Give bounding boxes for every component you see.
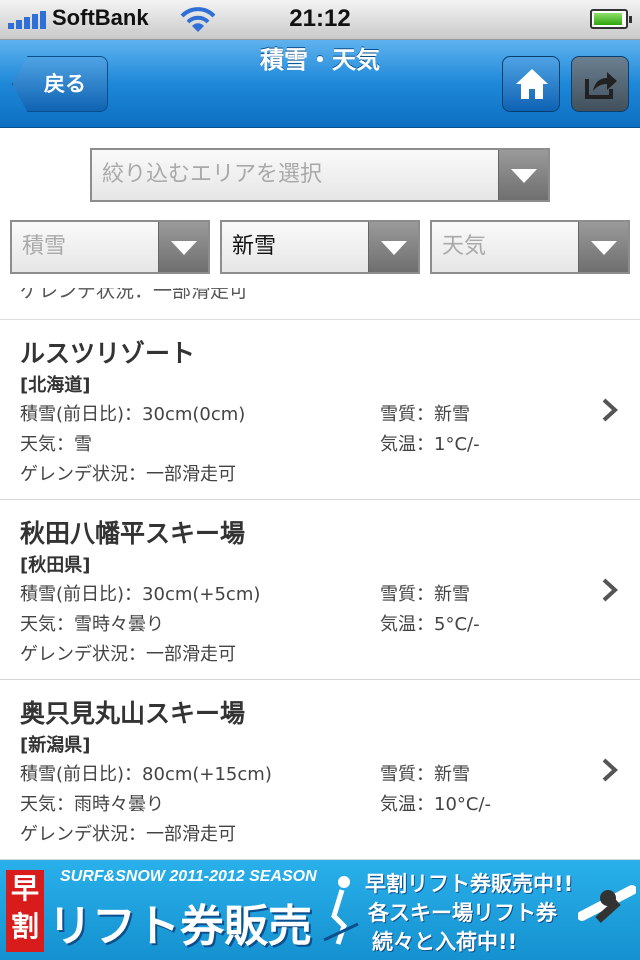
weather-select[interactable]: 天気 xyxy=(430,220,630,274)
resort-prefecture: [秋田県] xyxy=(20,555,91,576)
snow-quality: 雪質：新雪 xyxy=(380,764,470,785)
area-select[interactable]: 絞り込むエリアを選択 xyxy=(90,148,550,202)
battery-icon xyxy=(590,9,632,29)
home-icon xyxy=(516,69,548,99)
dropdown-arrow-icon xyxy=(158,222,208,272)
resort-name: ルスツリゾート xyxy=(20,339,196,368)
chevron-right-icon xyxy=(602,578,618,602)
filter-panel: 絞り込むエリアを選択 積雪 新雪 天気 xyxy=(0,128,640,288)
home-button[interactable] xyxy=(502,56,560,112)
skier-icon xyxy=(323,876,359,945)
temperature: 気温：5°C/- xyxy=(380,614,480,635)
partial-slope-status: ゲレンデ状況：一部滑走可 xyxy=(20,288,249,302)
dropdown-arrow-icon xyxy=(498,150,548,200)
slope-status: ゲレンデ状況：一部滑走可 xyxy=(20,644,236,665)
ad-badge-char: 割 xyxy=(10,910,39,943)
area-select-placeholder: 絞り込むエリアを選択 xyxy=(102,162,323,187)
ad-headline: リフト券販売 xyxy=(48,901,312,952)
snow-depth: 積雪(前日比)：80cm(+15cm) xyxy=(20,764,272,785)
resort-name: 秋田八幡平スキー場 xyxy=(20,519,246,548)
snow-depth: 積雪(前日比)：30cm(+5cm) xyxy=(20,584,261,605)
share-button[interactable] xyxy=(571,56,629,112)
ad-badge-char: 早 xyxy=(10,872,39,905)
temperature: 気温：10°C/- xyxy=(380,794,492,815)
temperature: 気温：1°C/- xyxy=(380,434,480,455)
dropdown-arrow-icon xyxy=(578,222,628,272)
ad-text-line: 続々と入荷中!! xyxy=(372,930,518,954)
resort-row[interactable]: 秋田八幡平スキー場 [秋田県] 積雪(前日比)：30cm(+5cm) 雪質：新雪… xyxy=(0,500,640,680)
chevron-right-icon xyxy=(602,758,618,782)
new-snow-select-value: 新雪 xyxy=(232,234,277,259)
partial-list-item[interactable]: ゲレンデ状況：一部滑走可 xyxy=(0,288,640,320)
ad-season-text: SURF&SNOW 2011-2012 SEASON xyxy=(60,868,317,885)
resort-prefecture: [新潟県] xyxy=(20,735,91,756)
resort-prefecture: [北海道] xyxy=(20,375,91,396)
status-bar: SoftBank 21:12 xyxy=(0,0,640,40)
resort-row[interactable]: 奥只見丸山スキー場 [新潟県] 積雪(前日比)：80cm(+15cm) 雪質：新… xyxy=(0,680,640,860)
chevron-right-icon xyxy=(602,398,618,422)
dropdown-arrow-icon xyxy=(368,222,418,272)
snowboarder-icon xyxy=(578,885,636,923)
snow-depth: 積雪(前日比)：30cm(0cm) xyxy=(20,404,246,425)
new-snow-select[interactable]: 新雪 xyxy=(220,220,420,274)
resort-name: 奥只見丸山スキー場 xyxy=(20,699,246,728)
navigation-bar: 積雪・天気 戻る xyxy=(0,40,640,128)
slope-status: ゲレンデ状況：一部滑走可 xyxy=(20,824,236,845)
slope-status: ゲレンデ状況：一部滑走可 xyxy=(20,464,236,485)
weather-select-value: 天気 xyxy=(442,234,487,259)
snow-select[interactable]: 積雪 xyxy=(10,220,210,274)
clock: 21:12 xyxy=(289,5,351,32)
ad-text-line: 早割リフト券販売中!! xyxy=(365,872,574,896)
ad-badge: 早 割 xyxy=(6,870,44,952)
snow-quality: 雪質：新雪 xyxy=(380,584,470,605)
weather: 天気：雨時々曇り xyxy=(20,794,164,815)
weather: 天気：雪 xyxy=(20,434,92,455)
snow-quality: 雪質：新雪 xyxy=(380,404,470,425)
snow-select-value: 積雪 xyxy=(22,234,67,259)
share-icon xyxy=(585,72,617,99)
ad-banner[interactable]: 早 割 SURF&SNOW 2011-2012 SEASON リフト券販売 早割… xyxy=(0,860,640,960)
ad-text-line: 各スキー場リフト券 xyxy=(368,901,557,925)
resort-row[interactable]: ルスツリゾート [北海道] 積雪(前日比)：30cm(0cm) 雪質：新雪 天気… xyxy=(0,320,640,500)
back-button[interactable]: 戻る xyxy=(12,56,108,112)
weather: 天気：雪時々曇り xyxy=(20,614,164,635)
